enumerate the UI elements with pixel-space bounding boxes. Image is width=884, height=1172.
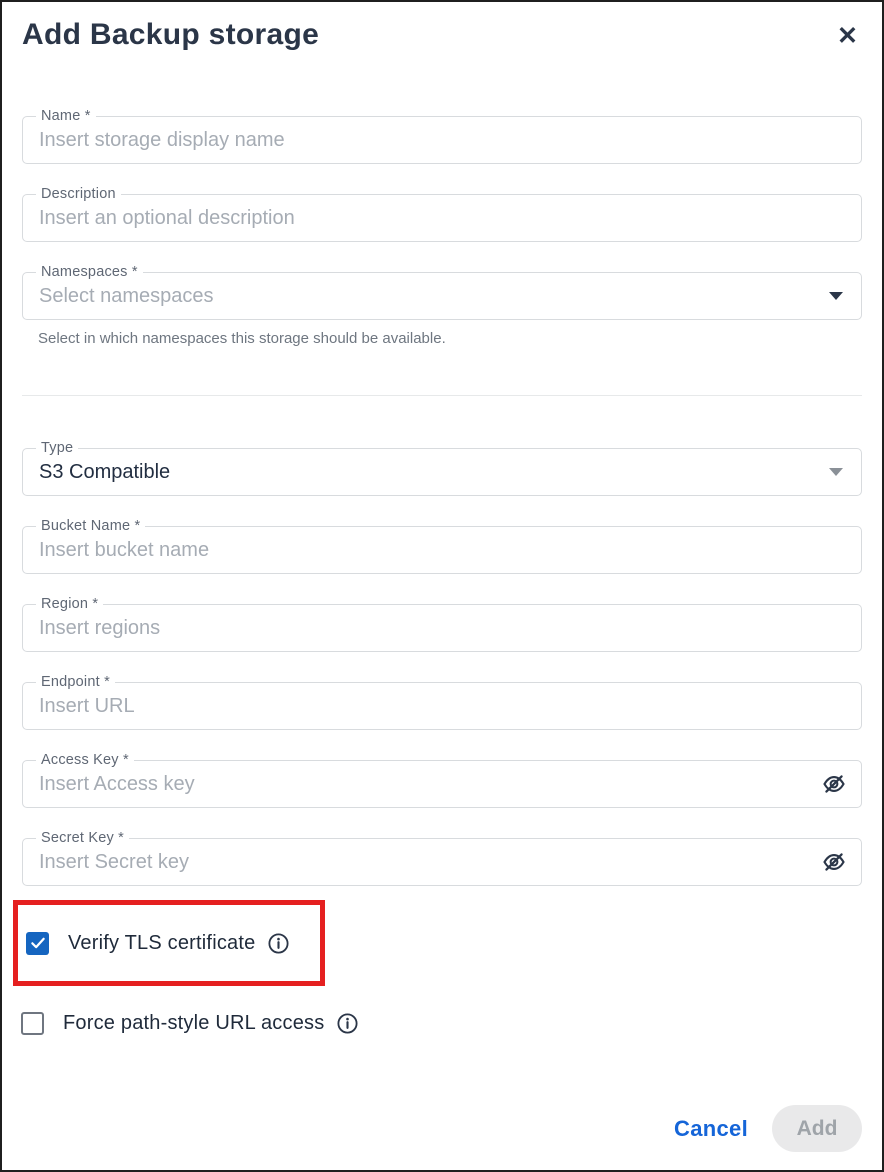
name-field: Name * [22,116,862,164]
namespaces-helper-text: Select in which namespaces this storage … [38,330,862,347]
endpoint-field-label: Endpoint * [36,674,115,690]
bucket-name-input[interactable] [23,539,861,562]
type-select[interactable] [23,461,829,484]
region-input[interactable] [23,617,861,640]
namespaces-field[interactable]: Namespaces * [22,272,862,320]
access-key-field-label: Access Key * [36,752,134,768]
add-button[interactable]: Add [772,1105,862,1152]
description-field: Description [22,194,862,242]
name-input[interactable] [23,129,861,152]
chevron-down-icon[interactable] [829,468,843,476]
info-icon[interactable] [267,932,290,955]
namespaces-select[interactable] [23,285,829,308]
eye-off-icon[interactable] [819,769,849,799]
info-icon[interactable] [336,1012,359,1035]
force-path-style-label[interactable]: Force path-style URL access [63,1012,324,1035]
dialog-footer: Cancel Add [22,1105,862,1152]
region-field-label: Region * [36,596,103,612]
cancel-button[interactable]: Cancel [674,1116,748,1142]
force-path-style-row: Force path-style URL access [21,1012,862,1035]
endpoint-field: Endpoint * [22,682,862,730]
region-field: Region * [22,604,862,652]
checkmark-icon [29,934,47,952]
endpoint-input[interactable] [23,695,861,718]
access-key-input[interactable] [23,773,819,796]
section-divider [22,395,862,396]
name-field-label: Name * [36,108,96,124]
highlight-annotation: Verify TLS certificate [13,900,325,986]
chevron-down-icon[interactable] [829,292,843,300]
verify-tls-label[interactable]: Verify TLS certificate [68,932,255,955]
secret-key-field: Secret Key * [22,838,862,886]
namespaces-field-label: Namespaces * [36,264,143,280]
close-icon[interactable]: ✕ [837,24,858,49]
verify-tls-row: Verify TLS certificate [26,932,290,955]
type-field[interactable]: Type [22,448,862,496]
dialog-title: Add Backup storage [22,18,319,52]
description-field-label: Description [36,186,121,202]
secret-key-input[interactable] [23,851,819,874]
force-path-style-checkbox[interactable] [21,1012,44,1035]
access-key-field: Access Key * [22,760,862,808]
verify-tls-checkbox[interactable] [26,932,49,955]
eye-off-icon[interactable] [819,847,849,877]
description-input[interactable] [23,207,861,230]
dialog-header: Add Backup storage ✕ [22,18,862,52]
type-field-label: Type [36,440,78,456]
bucket-name-field-label: Bucket Name * [36,518,145,534]
secret-key-field-label: Secret Key * [36,830,129,846]
bucket-name-field: Bucket Name * [22,526,862,574]
